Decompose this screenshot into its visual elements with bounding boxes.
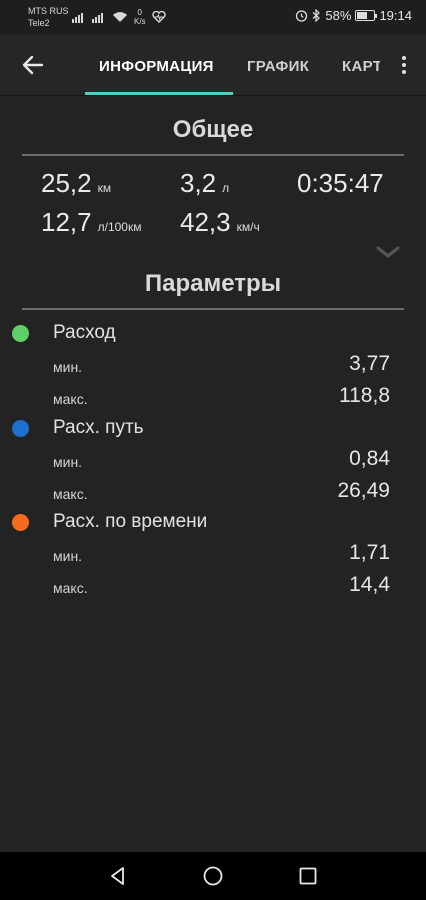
fuel-number: 3,2 [180,168,217,198]
back-arrow-icon[interactable] [18,50,48,80]
more-options-icon[interactable] [396,54,412,78]
param-min-label: мин. [53,548,83,564]
carrier-name-2: Tele2 [28,18,50,28]
status-icons-right: 58% 19:14 [295,8,412,23]
chevron-down-icon[interactable] [376,244,400,260]
nav-back-icon[interactable] [107,865,129,887]
param-max-label: макс. [53,391,88,407]
status-icons-left: 0 K/s [72,8,166,26]
bluetooth-icon [313,9,321,22]
nav-recents-icon[interactable] [297,865,319,887]
status-bar: MTS RUS Tele2 0 K/s 58% 19:14 [0,0,426,34]
signal-icon-2 [92,12,103,23]
param-color-dot [12,420,29,437]
status-time: 19:14 [379,8,412,23]
param-min-label: мин. [53,359,83,375]
param-color-dot [12,325,29,342]
param-min-label: мин. [53,454,83,470]
speed-number: 42,3 [180,207,231,237]
tab-map[interactable]: КАРТА [342,58,380,75]
fuel-value: 3,2 л [180,168,229,199]
duration-value: 0:35:47 [297,168,384,199]
system-nav-bar [0,852,426,900]
distance-number: 25,2 [41,168,92,198]
carrier-info: MTS RUS Tele2 [28,5,69,29]
speed-unit: км/ч [236,220,260,234]
param-max-value: 26,49 [337,479,390,502]
alarm-icon [296,10,308,22]
signal-icon [72,12,83,23]
consumption-unit: л/100км [97,220,142,234]
nav-home-icon[interactable] [202,865,224,887]
distance-value: 25,2 км [41,168,111,199]
parameters-title: Параметры [144,270,282,297]
heart-rate-icon [151,11,166,23]
consumption-value: 12,7 л/100км [41,207,141,238]
fuel-unit: л [222,181,230,195]
battery-fill [357,12,367,19]
app-bar: ИНФОРМАЦИЯ ГРАФИК КАРТА [0,34,426,96]
summary-divider [22,154,404,156]
speed-value: 42,3 км/ч [180,207,260,238]
active-tab-indicator [85,92,233,95]
param-name: Расх. по времени [53,511,208,532]
param-max-value: 14,4 [349,573,390,596]
summary-title: Общее [172,116,254,143]
tab-information[interactable]: ИНФОРМАЦИЯ [99,58,214,75]
network-speed: 0 K/s [134,8,146,26]
parameters-divider [22,308,404,310]
carrier-name-1: MTS RUS [28,6,69,16]
param-max-label: макс. [53,486,88,502]
distance-unit: км [97,181,112,195]
param-max-label: макс. [53,580,88,596]
param-min-value: 1,71 [349,541,390,564]
consumption-number: 12,7 [41,207,92,237]
param-min-value: 3,77 [349,352,390,375]
param-max-value: 118,8 [339,384,390,407]
network-speed-unit: K/s [134,17,146,26]
network-speed-value: 0 [137,8,142,17]
battery-percent: 58% [325,8,352,23]
param-name: Расх. путь [53,417,144,438]
param-min-value: 0,84 [349,447,390,470]
tab-graph[interactable]: ГРАФИК [247,58,309,75]
param-name: Расход [53,322,116,343]
param-color-dot [12,514,29,531]
duration-number: 0:35:47 [297,168,384,198]
wifi-icon [113,12,127,22]
battery-icon [355,10,378,21]
